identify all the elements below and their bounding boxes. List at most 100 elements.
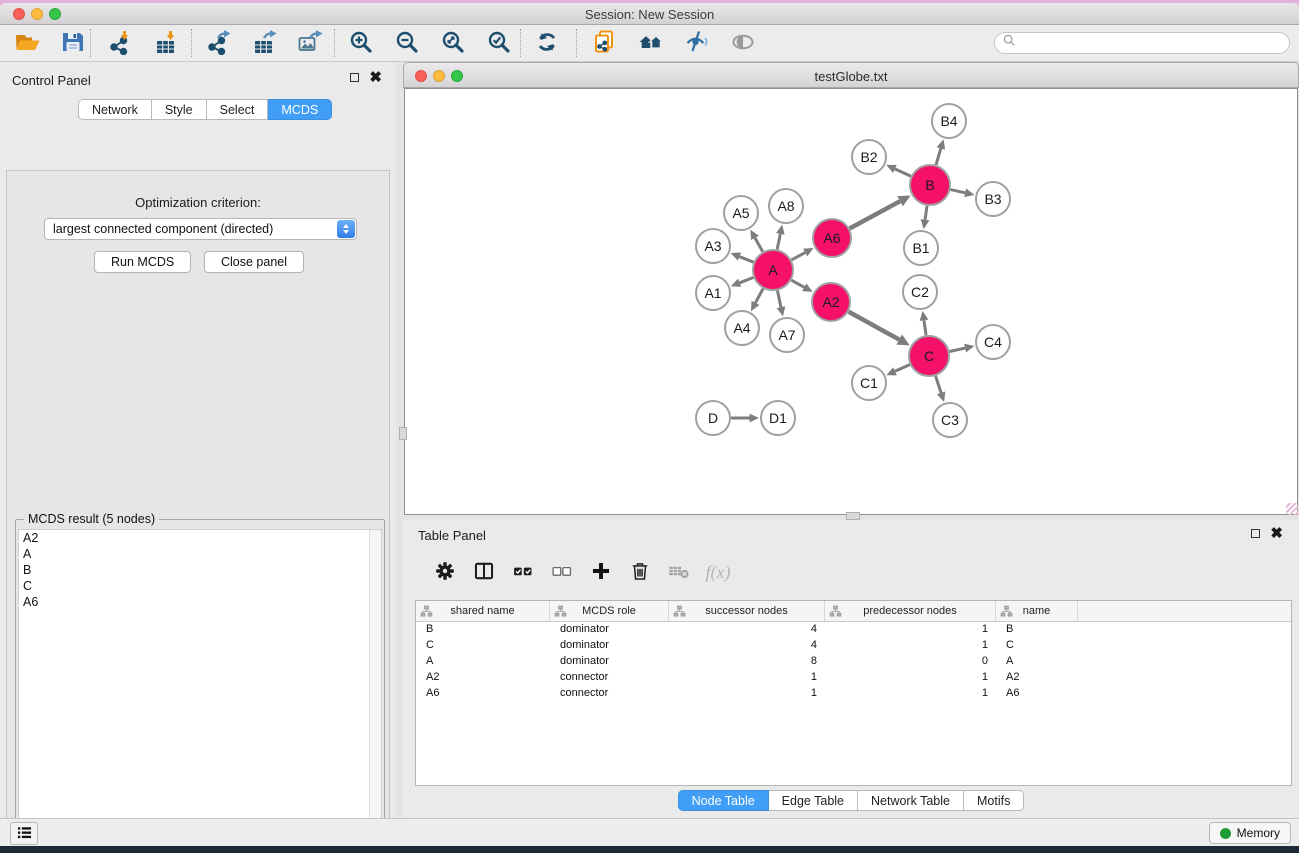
left-splitter-grip[interactable] [399,427,407,440]
tab-select[interactable]: Select [207,99,269,120]
edge-A-A3[interactable] [739,257,753,263]
edge-A-A7[interactable] [777,291,781,308]
table-row[interactable]: Adominator80A [416,654,1291,670]
tab-style[interactable]: Style [152,99,207,120]
save-session-button[interactable] [53,27,93,59]
welcome-screen-button[interactable] [631,27,671,59]
export-network-button[interactable] [198,27,238,59]
node-label-A2: A2 [822,294,839,310]
tab-node-table[interactable]: Node Table [678,790,769,811]
export-network-icon [205,29,231,58]
delete-columns-button[interactable] [625,558,655,588]
settings-button[interactable] [430,558,460,588]
result-scrollbar[interactable] [369,530,381,846]
select-all-button[interactable] [508,558,538,588]
edge-A-A6[interactable] [791,253,805,260]
export-image-button[interactable] [290,27,330,59]
table-row[interactable]: Bdominator41B [416,622,1291,638]
app-window: Session: New Session Control Panel ✖ Net… [0,3,1299,846]
edge-A6-B[interactable] [850,201,901,228]
split-view-button[interactable] [469,558,499,588]
add-column-button[interactable] [586,558,616,588]
cell-MCDS-role: dominator [550,622,669,638]
edge-C-C2[interactable] [924,320,926,335]
tab-network[interactable]: Network [78,99,152,120]
result-item[interactable]: A2 [19,530,381,546]
edge-arrowhead [964,344,974,353]
node-label-A4: A4 [733,320,750,336]
criterion-dropdown[interactable]: largest connected component (directed) [44,218,357,240]
edge-C-C3[interactable] [936,376,942,393]
zoom-fit-button[interactable] [433,27,473,59]
toolbar-separator [576,29,577,57]
edge-C-C1[interactable] [895,365,910,372]
edge-A-A4[interactable] [755,289,763,303]
node-label-B1: B1 [912,240,929,256]
open-session-button[interactable] [7,27,47,59]
edge-A-A1[interactable] [740,278,754,283]
table-row[interactable]: A6connector11A6 [416,686,1291,702]
result-item[interactable]: B [19,562,381,578]
search-input[interactable] [994,32,1290,54]
edge-C-C4[interactable] [950,348,966,351]
column-header-successor-nodes[interactable]: successor nodes [669,601,825,621]
tab-motifs[interactable]: Motifs [964,790,1024,811]
import-network-button[interactable] [100,27,140,59]
new-network-from-selection-button[interactable] [585,27,625,59]
memory-button[interactable]: Memory [1209,822,1291,844]
tab-mcds[interactable]: MCDS [268,99,332,120]
edge-B-B3[interactable] [950,190,965,193]
result-item[interactable]: A [19,546,381,562]
table-row[interactable]: Cdominator41C [416,638,1291,654]
apply-layout-button[interactable] [527,27,567,59]
task-history-button[interactable] [10,822,38,845]
deselect-all-button[interactable] [547,558,577,588]
delete-table-icon [668,560,690,585]
edge-A-A8[interactable] [777,234,780,249]
mcds-result-list[interactable]: A2ABCA6 [18,529,382,846]
result-item[interactable]: C [19,578,381,594]
window-titlebar[interactable]: Session: New Session [0,3,1299,25]
column-header-MCDS-role[interactable]: MCDS role [550,601,669,621]
run-mcds-button[interactable]: Run MCDS [94,251,191,273]
table-row[interactable]: A2connector11A2 [416,670,1291,686]
table-panel-title: Table Panel [418,528,486,543]
close-panel-icon[interactable]: ✖ [369,73,382,82]
zoom-out-button[interactable] [387,27,427,59]
delete-columns-icon [629,560,651,585]
table-float-icon[interactable] [1251,529,1260,538]
network-titlebar[interactable]: testGlobe.txt [403,62,1299,88]
bottom-splitter-grip[interactable] [846,512,860,520]
edge-B-B2[interactable] [895,169,911,176]
network-canvas[interactable]: AA1A2A3A4A5A6A7A8BB1B2B3B4CC1C2C3C4DD1 [404,88,1298,515]
node-label-A5: A5 [732,205,749,221]
import-table-button[interactable] [146,27,186,59]
close-panel-button[interactable]: Close panel [204,251,304,273]
edge-A2-C[interactable] [849,312,900,340]
zoom-in-button[interactable] [341,27,381,59]
node-label-A: A [768,262,778,278]
column-header-predecessor-nodes[interactable]: predecessor nodes [825,601,996,621]
network-graph[interactable]: AA1A2A3A4A5A6A7A8BB1B2B3B4CC1C2C3C4DD1 [405,89,1297,514]
select-all-icon [512,560,534,585]
result-item[interactable]: A6 [19,594,381,610]
column-header-name[interactable]: name [996,601,1078,621]
node-table[interactable]: shared nameMCDS rolesuccessor nodesprede… [415,600,1292,786]
show-details-button[interactable] [723,27,763,59]
table-close-icon[interactable]: ✖ [1270,529,1283,538]
edge-A-A2[interactable] [791,280,804,287]
float-panel-icon[interactable] [350,73,359,82]
hide-panels-button[interactable] [677,27,717,59]
control-panel: Control Panel ✖ NetworkStyleSelectMCDS O… [0,62,396,818]
export-table-button[interactable] [244,27,284,59]
main-toolbar [0,25,1299,62]
toolbar-separator [334,29,335,57]
edge-B-B1[interactable] [925,206,927,220]
column-header-shared-name[interactable]: shared name [416,601,550,621]
resize-grip[interactable] [1286,503,1298,515]
tab-network-table[interactable]: Network Table [858,790,964,811]
tab-edge-table[interactable]: Edge Table [769,790,858,811]
edge-A-A5[interactable] [755,238,763,252]
edge-B-B4[interactable] [936,148,941,165]
zoom-selected-button[interactable] [479,27,519,59]
